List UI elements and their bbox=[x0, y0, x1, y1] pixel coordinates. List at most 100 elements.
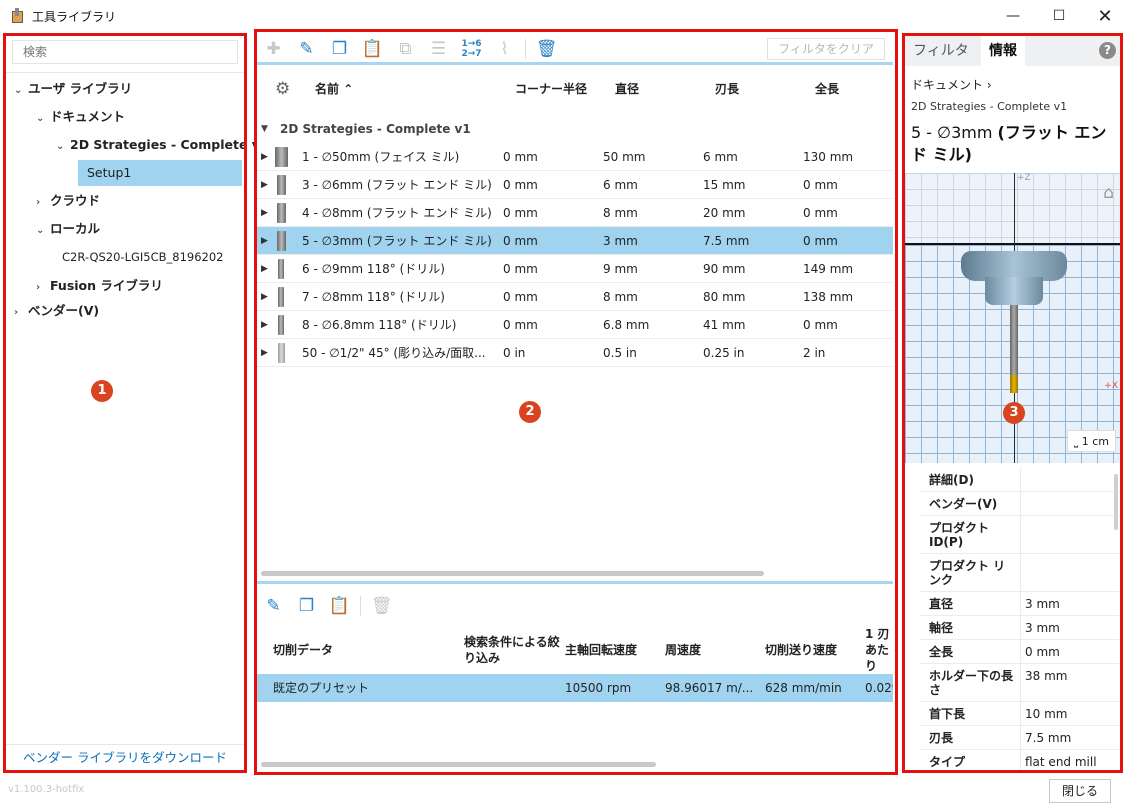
tab-filter[interactable]: フィルタ bbox=[905, 36, 977, 66]
overall-length-value: 0 mm bbox=[803, 318, 838, 332]
expand-triangle-icon[interactable]: ▶ bbox=[261, 171, 268, 199]
help-icon[interactable]: ? bbox=[1099, 42, 1116, 59]
copy-icon[interactable]: ❐ bbox=[290, 593, 323, 619]
chamfer-mill-icon bbox=[278, 343, 285, 363]
end-mill-icon bbox=[277, 203, 286, 223]
tool-row[interactable]: ▶ 1 - ∅50mm (フェイス ミル) 0 mm 50 mm 6 mm 13… bbox=[257, 143, 893, 171]
group-label: 2D Strategies - Complete v1 bbox=[280, 122, 471, 136]
flute-length-value: 41 mm bbox=[703, 318, 746, 332]
copy-icon[interactable]: ❐ bbox=[323, 36, 356, 62]
close-button[interactable]: 閉じる bbox=[1049, 779, 1111, 803]
maximize-button[interactable]: ☐ bbox=[1036, 0, 1082, 32]
tab-info[interactable]: 情報 bbox=[981, 36, 1025, 66]
expand-triangle-icon[interactable]: ▶ bbox=[261, 283, 268, 311]
expand-triangle-icon[interactable]: ▶ bbox=[261, 143, 268, 171]
column-header-cutting-feed[interactable]: 切削送り速度 bbox=[765, 626, 837, 674]
divider bbox=[6, 72, 244, 73]
expand-triangle-icon[interactable]: ▶ bbox=[261, 255, 268, 283]
expand-triangle-icon[interactable]: ▶ bbox=[261, 339, 268, 367]
renumber-icon[interactable]: 1→6 2→7 bbox=[455, 36, 488, 62]
tool-row[interactable]: ▶ 3 - ∅6mm (フラット エンド ミル) 0 mm 6 mm 15 mm… bbox=[257, 171, 893, 199]
column-header-spindle-speed[interactable]: 主軸回転速度 bbox=[565, 626, 637, 674]
chevron-right-icon[interactable]: › bbox=[36, 190, 50, 216]
version-label: v1.100.3-hotfix bbox=[8, 784, 85, 795]
horizontal-scrollbar[interactable] bbox=[261, 571, 764, 576]
library-tree-panel: ⌄ユーザ ライブラリ ⌄ドキュメント ⌄2D Strategies - Comp… bbox=[6, 36, 269, 770]
end-mill-icon bbox=[277, 175, 286, 195]
tree-item-local[interactable]: ⌄ ローカル bbox=[36, 216, 100, 242]
tree-item-label: ドキュメント bbox=[50, 109, 126, 124]
chevron-right-icon[interactable]: › bbox=[14, 300, 28, 326]
column-header-overall-length[interactable]: 全長 bbox=[815, 67, 839, 111]
flute-length-value: 20 mm bbox=[703, 206, 746, 220]
corner-radius-value: 0 mm bbox=[503, 290, 538, 304]
breadcrumb[interactable]: ドキュメント › bbox=[911, 76, 992, 93]
tool-row[interactable]: ▶ 6 - ∅9mm 118° (ドリル) 0 mm 9 mm 90 mm 14… bbox=[257, 255, 893, 283]
pencil-icon[interactable]: ✎ bbox=[257, 593, 290, 619]
vertical-scrollbar[interactable] bbox=[1114, 474, 1118, 530]
column-header-flute-length[interactable]: 刃長 bbox=[715, 67, 739, 111]
overall-length-value: 130 mm bbox=[803, 150, 854, 164]
flute-length-value: 15 mm bbox=[703, 178, 746, 192]
group-header[interactable]: ▼ 2D Strategies - Complete v1 bbox=[257, 116, 893, 142]
home-view-icon[interactable]: ⌂ bbox=[1103, 183, 1114, 203]
tree-item-local-library[interactable]: C2R-QS20-LGI5CB_8196202 bbox=[62, 244, 224, 270]
column-header-filter[interactable]: 検索条件による絞り込み bbox=[464, 626, 560, 674]
tree-item-2d-strategies[interactable]: ⌄ 2D Strategies - Complete v1 bbox=[56, 132, 269, 158]
chevron-down-icon[interactable]: ⌄ bbox=[36, 218, 50, 244]
tree-item-cloud[interactable]: › クラウド bbox=[36, 188, 100, 214]
pencil-icon[interactable]: ✎ bbox=[290, 36, 323, 62]
tree-item-user-library[interactable]: ⌄ ユーザ ライブラリ bbox=[14, 76, 132, 102]
column-header-corner-radius[interactable]: コーナー半径 bbox=[515, 67, 587, 111]
trash-icon[interactable]: 🗑 bbox=[365, 593, 398, 619]
diameter-value: 50 mm bbox=[603, 150, 646, 164]
window-title: 工具ライブラリ bbox=[32, 9, 117, 24]
tree-item-setup1[interactable]: Setup1 bbox=[78, 160, 242, 186]
chevron-down-icon[interactable]: ⌄ bbox=[36, 106, 50, 132]
column-header-name[interactable]: 名前 ⌃ bbox=[315, 67, 353, 111]
tool-row[interactable]: ▶ 50 - ∅1/2" 45° (彫り込み/面取... 0 in 0.5 in… bbox=[257, 339, 893, 367]
tree-item-label: ベンダー(V) bbox=[28, 303, 100, 318]
tree-item-fusion-library[interactable]: › Fusion ライブラリ bbox=[36, 273, 163, 299]
preset-row-selected[interactable]: 既定のプリセット 10500 rpm 98.96017 m/... 628 mm… bbox=[257, 674, 893, 702]
column-header-surface-speed[interactable]: 周速度 bbox=[665, 626, 701, 674]
tree-item-documents[interactable]: ⌄ ドキュメント bbox=[36, 104, 125, 130]
brush-icon[interactable]: ⌇ bbox=[488, 36, 521, 62]
collapse-triangle-icon[interactable]: ▼ bbox=[261, 116, 268, 142]
tool-row[interactable]: ▶ 4 - ∅8mm (フラット エンド ミル) 0 mm 8 mm 20 mm… bbox=[257, 199, 893, 227]
stack-icon[interactable]: ☰ bbox=[422, 36, 455, 62]
paste-icon[interactable]: 📋 bbox=[323, 593, 356, 619]
expand-triangle-icon[interactable]: ▶ bbox=[261, 311, 268, 339]
property-row: ベンダー(V) bbox=[919, 492, 1119, 516]
corner-radius-value: 0 mm bbox=[503, 318, 538, 332]
axis-z-label: +Z bbox=[1017, 173, 1031, 183]
divider bbox=[257, 581, 893, 584]
diameter-value: 3 mm bbox=[603, 234, 638, 248]
tool-row-selected[interactable]: ▶ 5 - ∅3mm (フラット エンド ミル) 0 mm 3 mm 7.5 m… bbox=[257, 227, 893, 255]
library-search-input[interactable] bbox=[12, 40, 238, 64]
chevron-down-icon[interactable]: ⌄ bbox=[56, 134, 70, 160]
plus-icon[interactable]: ✚ bbox=[257, 36, 290, 62]
expand-triangle-icon[interactable]: ▶ bbox=[261, 227, 268, 255]
close-window-button[interactable]: ✕ bbox=[1082, 0, 1128, 32]
divider bbox=[525, 39, 526, 59]
tree-item-vendor[interactable]: › ベンダー(V) bbox=[14, 298, 99, 324]
paste-icon[interactable]: 📋 bbox=[356, 36, 389, 62]
chevron-down-icon[interactable]: ⌄ bbox=[14, 78, 28, 104]
clear-filter-button[interactable]: フィルタをクリア bbox=[767, 38, 885, 60]
tree-item-label: ローカル bbox=[50, 221, 101, 236]
horizontal-scrollbar[interactable] bbox=[261, 762, 656, 767]
download-vendor-library-link[interactable]: ベンダー ライブラリをダウンロード bbox=[6, 744, 244, 770]
column-header-feed-per-tooth[interactable]: 1 刃あたり bbox=[865, 626, 893, 674]
trash-icon[interactable]: 🗑 bbox=[530, 36, 563, 62]
column-header-cutting-data[interactable]: 切削データ bbox=[273, 626, 453, 674]
tool-name: 5 - ∅3mm (フラット エンド ミル) bbox=[302, 234, 492, 248]
tool-row[interactable]: ▶ 7 - ∅8mm 118° (ドリル) 0 mm 8 mm 80 mm 13… bbox=[257, 283, 893, 311]
duplicate-icon[interactable]: ⧉ bbox=[389, 36, 422, 62]
minimize-button[interactable]: — bbox=[990, 0, 1036, 32]
gear-icon[interactable]: ⚙ bbox=[275, 79, 290, 99]
property-row: ホルダー下の長さ 38 mm bbox=[919, 664, 1119, 702]
expand-triangle-icon[interactable]: ▶ bbox=[261, 199, 268, 227]
tool-row[interactable]: ▶ 8 - ∅6.8mm 118° (ドリル) 0 mm 6.8 mm 41 m… bbox=[257, 311, 893, 339]
column-header-diameter[interactable]: 直径 bbox=[615, 67, 639, 111]
